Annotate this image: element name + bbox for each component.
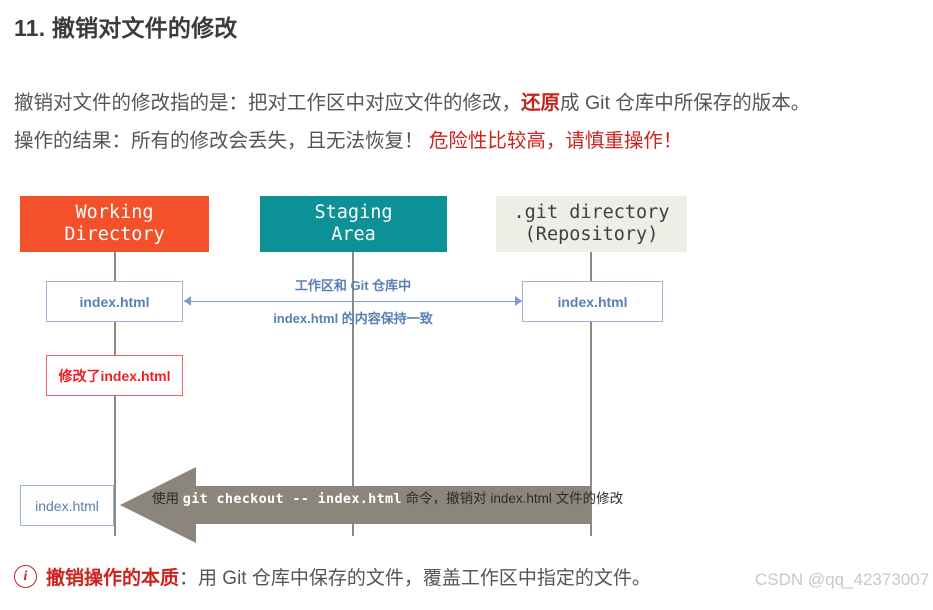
sync-label-line-1: 工作区和 Git 仓库中 — [294, 278, 412, 293]
note-emphasis: 撤销操作的本质 — [46, 568, 180, 589]
column-header-git-directory: .git directory (Repository) — [496, 196, 687, 252]
sync-arrow-head-right-icon — [515, 296, 522, 306]
sync-label-line-2: index.html 的内容保持一致 — [273, 311, 433, 326]
paragraph-1-emphasis: 还原 — [521, 92, 561, 114]
paragraph-2-warning: 危险性比较高，请慎重操作！ — [428, 130, 683, 152]
checkout-command-text: git checkout -- index.html — [182, 491, 402, 507]
paragraph-1-suffix: 成 Git 仓库中所保存的版本。 — [560, 92, 811, 114]
sync-arrow-line — [184, 301, 522, 302]
column-header-working-directory: Working Directory — [20, 196, 209, 252]
checkout-command-label: 使用 git checkout -- index.html 命令，撤销对 ind… — [152, 492, 623, 507]
file-box-git-index-html: index.html — [522, 281, 663, 322]
note-callout: i 撤销操作的本质 ：用 Git 仓库中保存的文件，覆盖工作区中指定的文件。 — [14, 563, 651, 590]
file-box-modified-index-html: 修改了index.html — [46, 355, 183, 396]
checkout-suffix: 命令，撤销对 index.html 文件的修改 — [401, 491, 624, 506]
paragraph-definition: 撤销对文件的修改指的是：把对工作区中对应文件的修改，还原成 Git 仓库中所保存… — [14, 92, 810, 115]
sync-arrow-head-left-icon — [184, 296, 191, 306]
column-header-staging-area: Staging Area — [260, 196, 447, 252]
note-body: ：用 Git 仓库中保存的文件，覆盖工作区中指定的文件。 — [179, 568, 651, 589]
git-workflow-diagram: Working Directory Staging Area .git dire… — [0, 196, 933, 543]
file-box-restored-index-html: index.html — [20, 485, 114, 526]
csdn-watermark: CSDN @qq_42373007 — [755, 570, 930, 589]
file-box-working-index-html: index.html — [46, 281, 183, 322]
paragraph-result: 操作的结果：所有的修改会丢失，且无法恢复！ 危险性比较高，请慎重操作！ — [14, 130, 682, 153]
checkout-prefix: 使用 — [152, 491, 183, 506]
paragraph-1-prefix: 撤销对文件的修改指的是：把对工作区中对应文件的修改， — [14, 92, 522, 114]
paragraph-2-prefix: 操作的结果：所有的修改会丢失，且无法恢复！ — [14, 130, 429, 152]
page-title: 11. 撤销对文件的修改 — [14, 15, 238, 41]
info-icon: i — [14, 565, 37, 588]
